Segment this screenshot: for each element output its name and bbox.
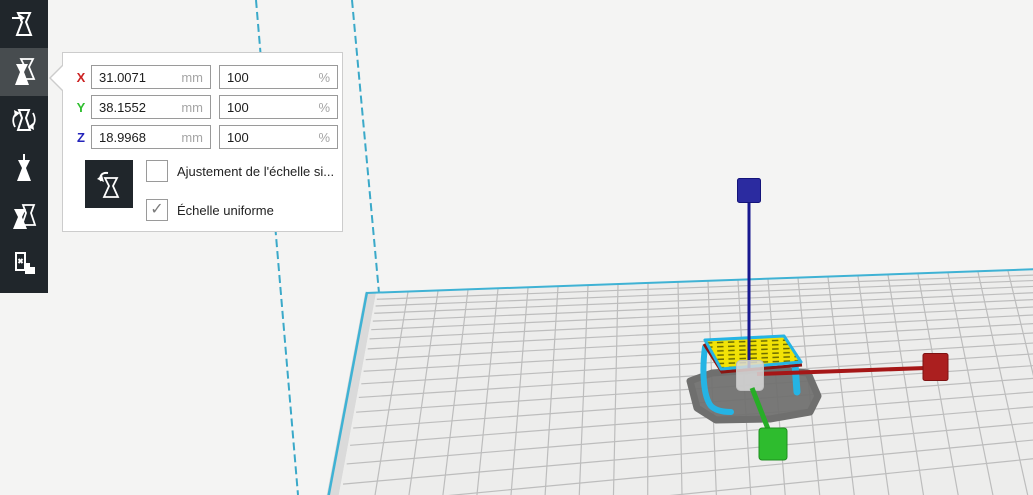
z-percent-field: % <box>219 125 338 149</box>
x-size-input[interactable] <box>92 69 210 85</box>
scale-icon <box>15 58 36 85</box>
uniform-scaling-checkbox[interactable]: ✓ <box>146 199 168 221</box>
snap-scaling-checkbox[interactable] <box>146 160 168 182</box>
scale-panel: X mm % Y mm % Z mm % <box>49 52 343 232</box>
reset-scale-icon <box>97 171 120 198</box>
rotate-icon <box>12 109 36 131</box>
per-model-settings-icon <box>13 204 37 229</box>
snap-scaling-option[interactable]: Ajustement de l'échelle si... <box>146 160 334 182</box>
move-tool-button[interactable] <box>0 0 48 48</box>
uniform-scaling-option[interactable]: ✓ Échelle uniforme <box>146 199 334 221</box>
reset-scale-button[interactable] <box>85 160 133 208</box>
mirror-tool-button[interactable] <box>0 144 48 192</box>
y-percent-input[interactable] <box>220 99 337 115</box>
y-size-input[interactable] <box>92 99 210 115</box>
z-percent-input[interactable] <box>220 129 337 145</box>
scale-tool-button[interactable] <box>0 48 48 96</box>
y-percent-field: % <box>219 95 338 119</box>
y-scale-handle[interactable] <box>758 427 788 461</box>
support-blocker-button[interactable] <box>0 240 48 288</box>
z-size-input[interactable] <box>92 129 210 145</box>
y-size-field: mm <box>91 95 211 119</box>
tool-sidebar <box>0 0 48 293</box>
build-plate <box>334 268 1033 495</box>
support-blocker-icon <box>15 252 35 274</box>
x-axis-row: X mm % <box>71 65 342 89</box>
x-percent-field: % <box>219 65 338 89</box>
x-size-field: mm <box>91 65 211 89</box>
checkmark-icon: ✓ <box>150 201 164 218</box>
per-model-settings-button[interactable] <box>0 192 48 240</box>
mirror-icon <box>17 154 31 181</box>
uniform-scaling-label: Échelle uniforme <box>177 202 274 218</box>
z-axis-label: Z <box>77 129 85 145</box>
x-scale-handle[interactable] <box>922 353 949 381</box>
x-percent-input[interactable] <box>220 69 337 85</box>
z-axis-row: Z mm % <box>71 125 342 149</box>
move-icon <box>12 12 33 36</box>
y-axis-row: Y mm % <box>71 95 342 119</box>
center-scale-handle[interactable] <box>736 360 764 391</box>
rotate-tool-button[interactable] <box>0 96 48 144</box>
x-axis-label: X <box>76 69 86 85</box>
y-axis-label: Y <box>76 99 86 115</box>
z-scale-handle[interactable] <box>737 178 761 203</box>
z-size-field: mm <box>91 125 211 149</box>
model-leg-right <box>791 360 801 396</box>
snap-scaling-label: Ajustement de l'échelle si... <box>177 163 335 179</box>
